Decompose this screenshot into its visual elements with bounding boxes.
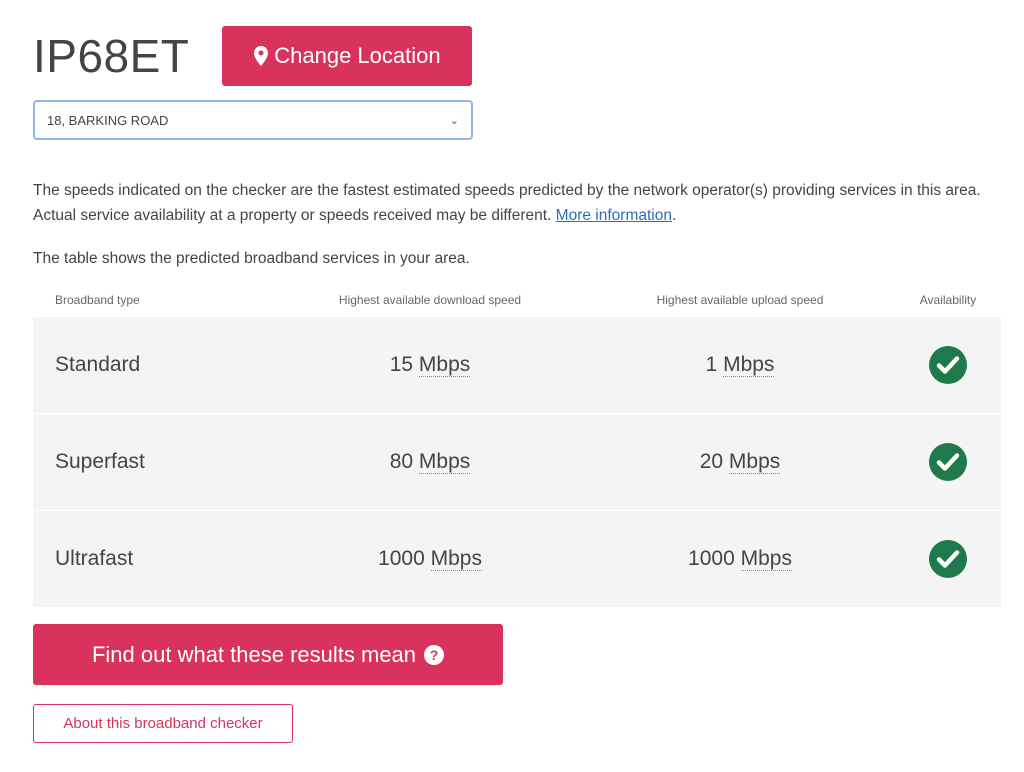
header: IP68ET Change Location	[33, 26, 473, 86]
upload-speed-cell: 1000 Mbps	[585, 510, 895, 608]
speed-unit: Mbps	[728, 450, 781, 474]
svg-text:?: ?	[430, 647, 439, 663]
chevron-down-icon: ⌄	[449, 114, 459, 127]
broadband-results-table: Broadband type Highest available downloa…	[33, 283, 1001, 608]
results-meaning-label: Find out what these results mean	[91, 641, 417, 667]
broadband-type-cell: Superfast	[33, 413, 275, 511]
map-pin-icon	[254, 46, 269, 66]
availability-cell	[895, 413, 1001, 511]
check-circle-icon	[928, 345, 968, 385]
upload-speed-cell: 20 Mbps	[585, 413, 895, 511]
upload-speed-value: 1	[705, 353, 718, 376]
upload-speed-value: 20	[699, 450, 724, 473]
broadband-type-cell: Ultrafast	[33, 510, 275, 608]
table-row: Ultrafast 1000 Mbps 1000 Mbps	[33, 510, 1001, 608]
change-location-button[interactable]: Change Location	[222, 26, 473, 86]
speed-unit: Mbps	[430, 547, 482, 571]
download-speed-value: 1000	[378, 547, 425, 570]
broadband-type-cell: Standard	[33, 317, 275, 414]
header-upload-speed: Highest available upload speed	[656, 293, 824, 307]
postcode-title: IP68ET	[33, 30, 190, 82]
table-row: Standard 15 Mbps 1 Mbps	[33, 317, 1001, 414]
address-select-value: 18, BARKING ROAD	[47, 112, 169, 128]
speed-unit: Mbps	[723, 353, 775, 377]
check-circle-icon	[928, 442, 968, 482]
speed-unit: Mbps	[740, 547, 792, 571]
table-row: Superfast 80 Mbps 20 Mbps	[33, 413, 1001, 511]
speed-disclaimer: The speeds indicated on the checker are …	[33, 178, 998, 228]
download-speed-cell: 80 Mbps	[275, 413, 585, 511]
download-speed-value: 80	[389, 450, 414, 473]
disclaimer-trailing: .	[671, 207, 677, 224]
download-speed-value: 15	[389, 353, 414, 376]
more-information-link[interactable]: More information	[556, 207, 672, 224]
broadband-checker-page: IP68ET Change Location 18, BARKING ROAD …	[0, 0, 1024, 772]
results-meaning-button[interactable]: Find out what these results mean ?	[33, 624, 503, 685]
upload-speed-value: 1000	[688, 547, 735, 570]
address-select[interactable]: 18, BARKING ROAD ⌄	[33, 100, 473, 140]
speed-unit: Mbps	[418, 353, 471, 377]
header-broadband-type: Broadband type	[55, 293, 140, 307]
disclaimer-text: The speeds indicated on the checker are …	[33, 182, 981, 224]
upload-speed-cell: 1 Mbps	[585, 317, 895, 414]
change-location-label: Change Location	[274, 43, 441, 68]
question-circle-icon: ?	[424, 644, 445, 665]
availability-cell	[895, 510, 1001, 608]
check-circle-icon	[928, 539, 968, 579]
download-speed-cell: 1000 Mbps	[275, 510, 585, 608]
header-download-speed: Highest available download speed	[338, 293, 522, 307]
table-header-row: Broadband type Highest available downloa…	[33, 283, 1001, 317]
table-intro: The table shows the predicted broadband …	[33, 250, 470, 267]
availability-cell	[895, 317, 1001, 414]
about-checker-button[interactable]: About this broadband checker	[33, 704, 293, 743]
download-speed-cell: 15 Mbps	[275, 317, 585, 414]
header-availability: Availability	[919, 293, 977, 307]
speed-unit: Mbps	[418, 450, 471, 474]
